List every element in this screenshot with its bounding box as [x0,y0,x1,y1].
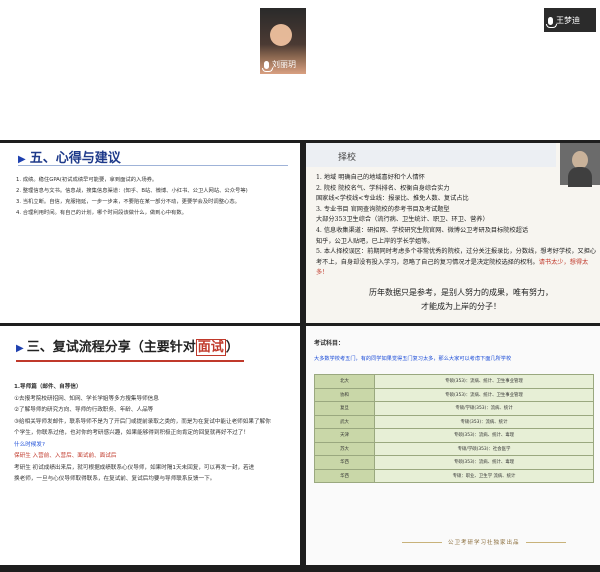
table-row: 天津 专硕(353)：流病、统计、毒理 [314,428,594,443]
body-line: 4. 信息收集渠道：研招网、学校研究生院官网、微博公卫考研及目标院校超话 [316,226,529,234]
microphone-icon [262,60,273,72]
title-rule [18,165,288,166]
video-strip: 刘丽玥 王梦迪 [0,0,600,140]
school-cell: 华西 [314,468,375,483]
school-cell: 协和 [314,387,375,402]
body-line: 什么时候发? [14,441,45,448]
shared-screen-slide-subjects[interactable]: 考试科目： 大多数学校考五门，有的同学如果觉得五门复习太多，那么大家可以考虑下面… [306,326,600,565]
body-line: 知乎，公卫人贴吧，已上岸的学长学姐等。 [316,237,434,245]
table-row: 武大 专硕(353)：流病、统计 [314,414,594,429]
body-line: 3. 专业书目 官网查询院校的参考书目及考试题型 [316,205,450,213]
school-cell: 苏大 [314,441,375,456]
subjects-cell: 专硕(353)：流病、统计、卫生事业管理 [374,374,594,389]
shared-screen-slide-interview[interactable]: ▶ 三、复试流程分享（主要针对 面试） 1.导师篇（邮件、自荐信） ①去报考院校研招… [0,326,300,565]
triangle-bullet-icon: ▶ [18,154,26,165]
table-row: 复旦 专硕/学硕(353)：流病、统计 [314,401,594,416]
school-cell: 复旦 [314,401,375,416]
body-line: 个学生，你联系过他，也对你的考研感兴趣，如果能够得到积极正向肯定的回复就再好不过… [14,430,249,436]
body-line: 1. 成绩。稳住GPA(初试成绩早可能要，拿到面试的入场券。 [16,177,158,183]
table-row: 华西 专硕(353)：流病、统计、毒理 [314,455,594,470]
slide-title: ▶ 五、心得与建议 [18,151,121,166]
participant-tile-2[interactable]: 王梦迪 [544,8,596,32]
microphone-icon [546,16,557,28]
table-row: 苏大 专硕/学硕(353)：社会医学 [314,441,594,456]
body-line: 3. 当机立断。自信，克服拖延，一步一步来，不要陷在某一部分不动，更要学会及时调… [16,199,240,205]
subjects-cell: 专硕/学硕(353)：流病、统计 [374,401,594,416]
school-cell: 华西 [314,455,375,470]
shared-screen-slide-advice[interactable]: ▶ 五、心得与建议 1. 成绩。稳住GPA(初试成绩早可能要，拿到面试的入场券。 … [0,143,300,323]
body-line: 保研生 入营前、入营后、面试前、面试后 [14,453,117,459]
subjects-table: 北大 专硕(353)：流病、统计、卫生事业管理 协和 专硕(353)：流病、统计、卫… [314,374,594,483]
school-cell: 武大 [314,414,375,429]
school-cell: 北大 [314,374,375,389]
slide-title: 考试科目： [314,340,345,347]
slide-body: 1.导师篇（邮件、自荐信） ①去报考院校研招网、知网、学长学姐等多方搜集导师信息… [14,382,296,486]
body-line: 考研生 初试成绩出来后，就可根据成绩联系心仪导师，如果时隔1天未回复，可以再发一… [14,464,255,471]
table-row: 协和 专硕(353)：流病、统计、卫生事业管理 [314,387,594,402]
body-line: 1.导师篇（邮件、自荐信） [14,384,82,390]
body-line: 4. 合理利用时间。有自己的计划，哪个时间段该做什么，做到心中有数。 [16,210,187,216]
body-line: 换老师，一旦与心仪导师取得联系，在复试前、复试后均要与导师联系反馈一下。 [14,476,216,482]
subjects-cell: 专硕/学硕(353)：社会医学 [374,441,594,456]
grid-divider [0,565,600,572]
participant-label: 王梦迪 [546,15,580,28]
body-line: 2. 整理信息与文书。信息战，搜集信息渠道：(知乎、B站、微博、小红书、公卫人网… [16,188,248,194]
subjects-cell: 专硕(353)：流病、统计 [374,414,594,429]
body-line: 5. 本人择校误区：前期同时考虑多个非常优秀的院校，过分关注报录比，分数线，想考… [316,248,597,277]
body-line: ②了解导师的研究方向、导师的行政职务、年龄、人品等 [14,407,154,413]
slide-body: 1. 成绩。稳住GPA(初试成绩早可能要，拿到面试的入场券。 2. 整理信息与文… [16,175,296,219]
participant-name: 刘丽玥 [272,60,296,69]
school-cell: 天津 [314,428,375,443]
slide-title: ▶ 三、复试流程分享（主要针对 面试） [16,339,239,356]
title-rule [16,360,244,362]
body-line: ①去报考院校研招网、知网、学长学姐等多方搜集导师信息 [14,395,159,402]
table-row: 北大 专硕(353)：流病、统计、卫生事业管理 [314,374,594,389]
subjects-cell: 专硕：职业、卫生学 流病、统计 [374,468,594,483]
body-line: ③给相关导师发邮件，联系导师不是为了开后门或提前录取之类的，而是为在复试中能让老… [14,418,271,425]
sun-shape [270,24,292,46]
slide-title: 择校 [338,153,357,163]
slide-subtitle: 大多数学校考五门，有的同学如果觉得五门复习太多，那么大家可以考虑下面几所学校 [314,356,512,362]
table-row: 华西 专硕：职业、卫生学 流病、统计 [314,468,594,483]
body-line: 2. 院校 院校名气、学科排名、权衡自身综合实力 [316,184,450,192]
subjects-cell: 专硕(353)：流病、统计、毒理 [374,428,594,443]
emphasis-text: 面试 [195,339,226,356]
slide-body: 1. 地域 明确自己的地域喜好和个人情怀 2. 院校 院校名气、学科排名、权衡自… [316,173,598,279]
shared-screen-slide-school-choice[interactable]: 择校 1. 地域 明确自己的地域喜好和个人情怀 2. 院校 院校名气、学科排名、… [306,143,600,323]
slide-footer: 历年数据只是参考，是别人努力的成果，唯有努力， 才能成为上岸的分子！ [369,288,553,311]
slide-banner: 公卫考研学习社独家出品 [396,538,572,546]
participant-tile-1[interactable]: 刘丽玥 [260,8,306,74]
subjects-cell: 专硕(353)：流病、统计、卫生事业管理 [374,387,594,402]
subjects-cell: 专硕(353)：流病、统计、毒理 [374,455,594,470]
triangle-bullet-icon: ▶ [16,343,24,354]
participant-label: 刘丽玥 [262,59,296,72]
body-line: 大部分353卫生综合（流行病、卫生统计、职卫、环卫、营养） [316,216,489,224]
slide-header: 择校 [306,143,556,167]
body-line: 1. 地域 明确自己的地域喜好和个人情怀 [316,174,425,181]
body-line: 国家线<学校线<专业线：报录比、推免人数、复试占比 [316,195,469,203]
participant-name: 王梦迪 [556,16,580,25]
